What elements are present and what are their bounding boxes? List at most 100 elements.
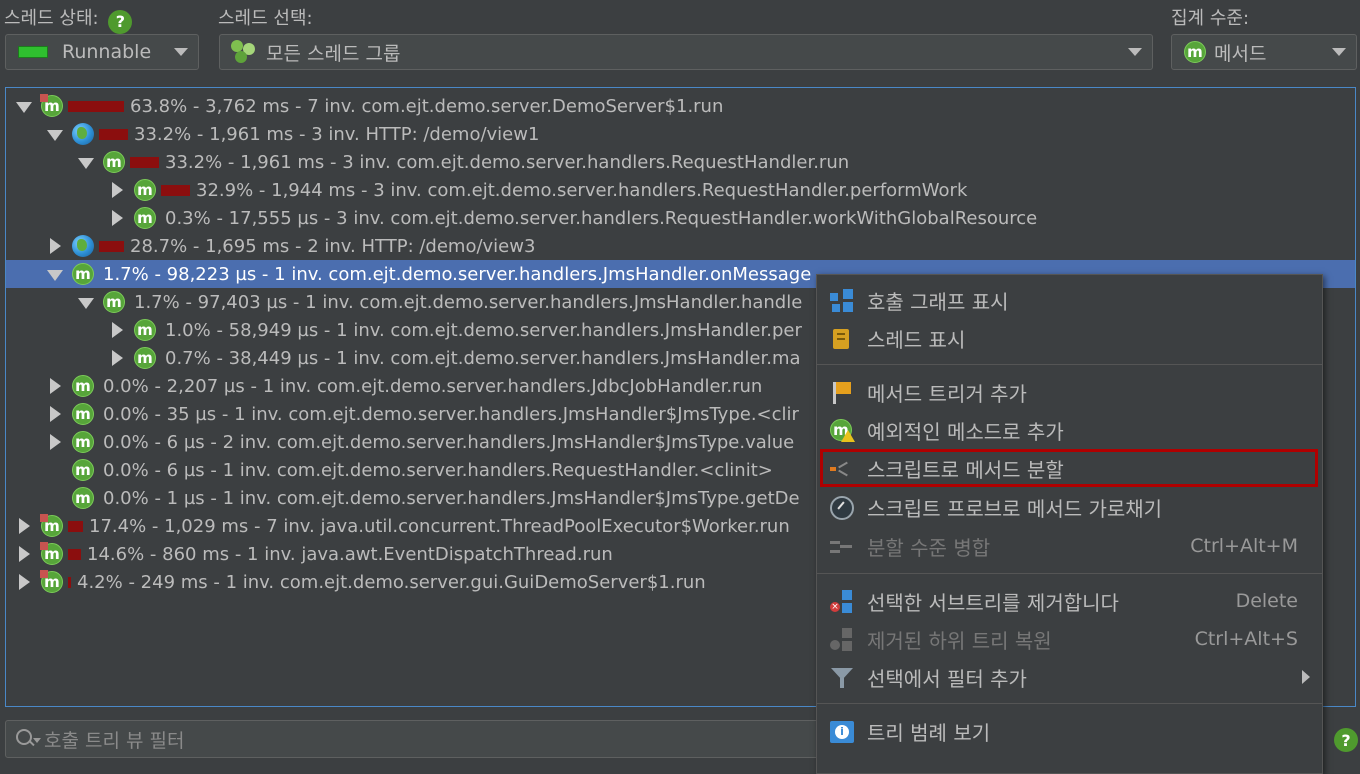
thread-state-label: 스레드 상태: ? [4,4,133,34]
method-icon: m [71,402,95,426]
collapsed-arrow-icon[interactable] [109,350,125,366]
menu-separator [817,364,1322,365]
chevron-down-icon [174,48,188,56]
tree-row-label: 1.0% - 58,949 µs - 1 inv. com.ejt.demo.s… [165,319,802,341]
time-bar [68,520,83,532]
time-bar [68,100,124,112]
menu-item-add-exceptional-method[interactable]: m 예외적인 메소드로 추가 [817,412,1322,448]
tree-row-label: 14.6% - 860 ms - 1 inv. java.awt.EventDi… [87,543,613,565]
tree-row[interactable]: 28.7% - 1,695 ms - 2 inv. HTTP: /demo/vi… [6,232,1355,260]
flag-icon [830,381,854,405]
globe-icon [71,234,95,258]
search-icon [16,728,41,750]
method-icon: m [133,206,157,230]
threads-icon [830,327,854,351]
menu-item-restore-subtree[interactable]: 제거된 하위 트리 복원 Ctrl+Alt+S [817,621,1322,657]
globe-icon [71,122,95,146]
tree-row-label: 17.4% - 1,029 ms - 7 inv. java.util.conc… [89,515,790,537]
collapsed-arrow-icon[interactable] [47,406,63,422]
leaf-spacer [47,462,63,478]
method-icon: m [1184,41,1206,63]
submenu-arrow-icon [1302,670,1310,684]
collapsed-arrow-icon[interactable] [109,322,125,338]
time-bar [161,184,190,196]
menu-item-show-threads[interactable]: 스레드 표시 [817,320,1322,356]
tree-row[interactable]: m 33.2% - 1,961 ms - 3 inv. com.ejt.demo.… [6,148,1355,176]
expanded-arrow-icon[interactable] [78,154,94,170]
menu-item-remove-subtree[interactable]: × 선택한 서브트리를 제거합니다 Delete [817,583,1322,619]
tree-row[interactable]: 33.2% - 1,961 ms - 3 inv. HTTP: /demo/vi… [6,120,1355,148]
menu-item-add-filter-from-selection[interactable]: 선택에서 필터 추가 [817,659,1322,695]
chevron-down-icon [1128,48,1142,56]
method-icon: m [71,430,95,454]
collapsed-arrow-icon[interactable] [16,518,32,534]
collapsed-arrow-icon[interactable] [47,238,63,254]
tree-row-label: 0.3% - 17,555 µs - 3 inv. com.ejt.demo.s… [165,207,1038,229]
thread-state-dropdown[interactable]: Runnable [5,34,199,70]
tree-row-label: 4.2% - 249 ms - 1 inv. com.ejt.demo.serv… [77,571,706,593]
collapsed-arrow-icon[interactable] [109,182,125,198]
tree-row-label: 33.2% - 1,961 ms - 3 inv. com.ejt.demo.s… [165,151,850,173]
expanded-arrow-icon[interactable] [47,126,63,142]
thread-select-label: 스레드 선택: [218,8,313,29]
tree-row[interactable]: m 63.8% - 3,762 ms - 7 inv. com.ejt.demo.… [6,92,1355,120]
tree-row-label: 0.0% - 1 µs - 1 inv. com.ejt.demo.server… [103,487,800,509]
collapsed-arrow-icon[interactable] [47,434,63,450]
call-graph-icon [830,289,854,313]
method-icon: m [71,486,95,510]
time-bar [99,128,128,140]
menu-item-add-method-trigger[interactable]: 메서드 트리거 추가 [817,374,1322,410]
tree-row-label: 0.0% - 35 µs - 1 inv. com.ejt.demo.serve… [103,403,799,425]
method-icon: m [40,542,64,566]
menu-item-show-tree-legend[interactable]: i 트리 범례 보기 [817,713,1322,749]
expanded-arrow-icon[interactable] [78,294,94,310]
runnable-state-icon [18,46,48,58]
time-bar [130,156,159,168]
method-icon: m [40,94,64,118]
help-icon[interactable]: ? [1334,728,1358,752]
method-icon: m [133,178,157,202]
menu-separator [817,573,1322,574]
help-icon[interactable]: ? [108,9,133,34]
time-bar [68,576,71,588]
collapsed-arrow-icon[interactable] [16,546,32,562]
tree-row[interactable]: m 0.3% - 17,555 µs - 3 inv. com.ejt.demo.… [6,204,1355,232]
thread-group-icon [231,40,257,64]
tree-row-label: 0.0% - 6 µs - 1 inv. com.ejt.demo.server… [103,459,773,481]
chevron-down-icon [1332,48,1346,56]
restore-subtree-icon [830,628,854,652]
method-warning-icon: m [830,419,855,443]
aggregation-label: 집계 수준: [1171,8,1250,29]
tree-row-label: 63.8% - 3,762 ms - 7 inv. com.ejt.demo.s… [130,95,724,117]
tree-row-label: 32.9% - 1,944 ms - 3 inv. com.ejt.demo.s… [196,179,968,201]
tree-row-label: 1.7% - 97,403 µs - 1 inv. com.ejt.demo.s… [134,291,803,313]
collapsed-arrow-icon[interactable] [47,378,63,394]
probe-gauge-icon [830,496,854,520]
method-icon: m [133,346,157,370]
method-icon: m [102,290,126,314]
method-icon: m [102,150,126,174]
aggregation-dropdown[interactable]: m 메서드 [1171,34,1357,70]
time-bar [99,240,124,252]
leaf-spacer [47,490,63,506]
menu-item-merge-split-level[interactable]: 분할 수준 병합 Ctrl+Alt+M [817,528,1322,564]
menu-separator [817,703,1322,704]
expanded-arrow-icon[interactable] [47,266,63,282]
merge-icon [830,535,854,559]
collapsed-arrow-icon[interactable] [16,574,32,590]
expanded-arrow-icon[interactable] [16,98,32,114]
method-icon: m [40,570,64,594]
tree-row-label: 1.7% - 98,223 µs - 1 inv. com.ejt.demo.s… [103,263,812,285]
menu-item-show-call-graph[interactable]: 호출 그래프 표시 [817,282,1322,318]
tree-row-label: 28.7% - 1,695 ms - 2 inv. HTTP: /demo/vi… [130,235,536,257]
menu-item-intercept-probe[interactable]: 스크립트 프로브로 메서드 가로채기 [817,489,1322,525]
tree-row-label: 0.7% - 38,449 µs - 1 inv. com.ejt.demo.s… [165,347,801,369]
thread-select-dropdown[interactable]: 모든 스레드 그룹 [219,34,1153,70]
filter-funnel-icon [830,666,854,690]
method-icon: m [71,374,95,398]
tree-row[interactable]: m 32.9% - 1,944 ms - 3 inv. com.ejt.demo.… [6,176,1355,204]
tree-row-label: 33.2% - 1,961 ms - 3 inv. HTTP: /demo/vi… [134,123,540,145]
tree-row-label: 0.0% - 6 µs - 2 inv. com.ejt.demo.server… [103,431,795,453]
method-icon: m [40,514,64,538]
collapsed-arrow-icon[interactable] [109,210,125,226]
